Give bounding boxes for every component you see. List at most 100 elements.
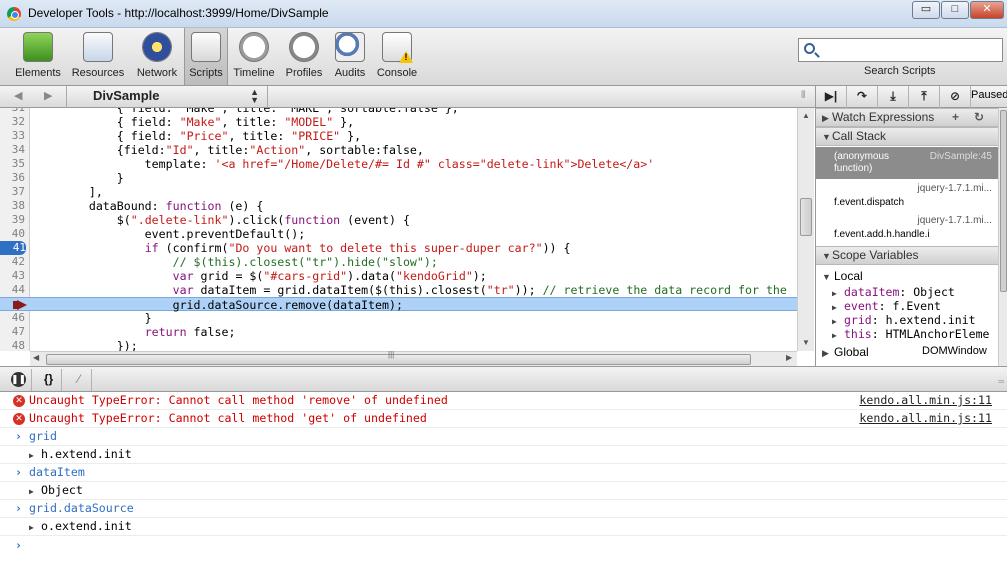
step-over-button[interactable]: ↷ [847, 86, 878, 108]
close-button[interactable]: ✕ [970, 1, 1004, 19]
tab-console[interactable]: Console [374, 32, 420, 84]
pause-on-exceptions-button[interactable]: ❚❚ [6, 369, 32, 391]
tab-profiles[interactable]: Profiles [281, 32, 327, 84]
scroll-thumb[interactable] [1000, 110, 1007, 292]
console-error-row: ✕ Uncaught TypeError: Cannot call method… [0, 392, 1007, 410]
deactivate-breakpoints-button[interactable]: ⊘ [940, 86, 971, 108]
console-prompt-row[interactable]: › [0, 537, 1007, 555]
tab-audits[interactable]: Audits [330, 32, 370, 84]
expand-triangle-icon[interactable]: ▶ [29, 483, 34, 500]
scroll-left-icon[interactable]: ◀ [33, 353, 39, 362]
back-arrow-icon[interactable]: ◀ [14, 89, 22, 102]
scroll-thumb[interactable] [46, 354, 751, 365]
code-text: { field: "Price", title: "PRICE" }, [33, 129, 362, 143]
step-out-button[interactable]: ⤒ [909, 86, 940, 108]
scroll-down-icon[interactable]: ▼ [802, 338, 810, 347]
code-horizontal-scrollbar[interactable]: ◀ ||| ▶ [30, 350, 797, 366]
code-text: grid.dataSource.remove(dataItem); [33, 298, 403, 312]
pretty-print-button[interactable]: {} [36, 369, 62, 391]
sidebar-scrollbar[interactable] [998, 108, 1007, 366]
search-input[interactable] [821, 41, 999, 59]
line-number[interactable]: 39 [0, 213, 25, 227]
line-number[interactable]: 48 [0, 339, 25, 351]
line-number[interactable]: 43 [0, 269, 25, 283]
code-line: 33 { field: "Price", title: "PRICE" }, [0, 129, 797, 143]
scope-variable[interactable]: ▶ dataItem: Object [832, 285, 1007, 299]
error-icon: ✕ [13, 413, 25, 425]
line-number[interactable]: 37 [0, 185, 25, 199]
code-line: 40 event.preventDefault(); [0, 227, 797, 241]
scope-local[interactable]: ▼ Local [822, 269, 863, 283]
line-number[interactable]: 38 [0, 199, 25, 213]
line-number[interactable]: 32 [0, 115, 25, 129]
file-select[interactable]: DivSample ▲ ▼ [93, 88, 263, 106]
code-text: if (confirm("Do you want to delete this … [144, 241, 571, 255]
call-stack-frame[interactable]: (anonymous function) DivSample:45 [816, 147, 998, 179]
clear-console-button[interactable]: ⁄ [66, 369, 92, 391]
tab-network[interactable]: Network [132, 32, 182, 84]
divider [66, 86, 67, 108]
code-text: var grid = $("#cars-grid").data("kendoGr… [172, 269, 487, 283]
source-link[interactable]: kendo.all.min.js:11 [859, 392, 992, 409]
console-input-row: › grid [0, 428, 1007, 446]
step-into-button[interactable]: ⤓ [878, 86, 909, 108]
scope-variable[interactable]: ▶ this: HTMLAnchorEleme [832, 327, 1007, 341]
code-text: return false; [144, 325, 236, 339]
line-number[interactable]: 42 [0, 255, 25, 269]
code-text: ], [33, 185, 103, 199]
forward-arrow-icon[interactable]: ▶ [44, 89, 52, 102]
divider [267, 86, 268, 108]
scope-global[interactable]: ▶ Global DOMWindow [822, 345, 987, 359]
prompt-chevron-icon: › [15, 538, 22, 552]
source-code-view[interactable]: 31 { field: "Make", title: "MAKE", sorta… [0, 108, 797, 351]
line-number[interactable]: 33 [0, 129, 25, 143]
code-vertical-scrollbar[interactable]: ▲ ▼ [797, 108, 814, 351]
line-number[interactable]: 46 [0, 311, 25, 325]
scope-variable[interactable]: ▶ grid: h.extend.init [832, 313, 1007, 327]
call-stack-frame[interactable]: jquery-1.7.1.mi... f.event.dispatch [816, 179, 998, 211]
minimize-button[interactable]: ▭ [912, 1, 940, 19]
line-number[interactable]: 36 [0, 171, 25, 185]
source-link[interactable]: kendo.all.min.js:11 [859, 410, 992, 427]
line-number[interactable]: 40 [0, 227, 25, 241]
tab-elements[interactable]: Elements [12, 32, 64, 84]
resize-grip-icon[interactable]: ═ [998, 377, 1004, 386]
console-output-row[interactable]: ▶ o.extend.init [0, 518, 1007, 536]
pane-toggle-icon[interactable]: ⦀ [801, 90, 805, 101]
prompt-chevron-icon: › [15, 501, 22, 515]
call-stack-frame[interactable]: jquery-1.7.1.mi... f.event.add.h.handle.… [816, 211, 998, 243]
scripts-icon [191, 32, 221, 62]
line-number[interactable]: 34 [0, 143, 25, 157]
console-output-row[interactable]: ▶ h.extend.init [0, 446, 1007, 464]
search-scripts-box[interactable] [798, 38, 1003, 62]
call-stack-header[interactable]: ▼Call Stack [816, 127, 998, 146]
scroll-up-icon[interactable]: ▲ [802, 111, 810, 120]
console-output[interactable]: ✕ Uncaught TypeError: Cannot call method… [0, 392, 1007, 577]
scroll-right-icon[interactable]: ▶ [786, 353, 792, 362]
chrome-icon [7, 7, 21, 21]
scope-variables-header[interactable]: ▼Scope Variables [816, 246, 998, 265]
scope-variable[interactable]: ▶ event: f.Event [832, 299, 1007, 313]
scroll-thumb[interactable] [800, 198, 812, 236]
code-line: 36 } [0, 171, 797, 185]
resume-button[interactable]: ▶| [816, 86, 847, 108]
error-icon: ✕ [13, 395, 25, 407]
elements-icon [23, 32, 53, 62]
tab-resources[interactable]: Resources [68, 32, 128, 84]
line-number[interactable]: 35 [0, 157, 25, 171]
expand-triangle-icon[interactable]: ▶ [29, 519, 34, 536]
line-number[interactable]: 47 [0, 325, 25, 339]
timeline-icon [239, 32, 269, 62]
tab-timeline[interactable]: Timeline [231, 32, 277, 84]
pause-icon: ❚❚ [11, 372, 26, 388]
add-watch-icon[interactable]: + [952, 109, 959, 126]
line-number[interactable]: 44 [0, 283, 25, 297]
maximize-button[interactable]: □ [941, 1, 969, 19]
console-output-row[interactable]: ▶ Object [0, 482, 1007, 500]
refresh-icon[interactable]: ↻ [974, 109, 984, 126]
network-icon [142, 32, 172, 62]
watch-expressions-header[interactable]: ▶ Watch Expressions + ↻ [816, 108, 998, 127]
expand-triangle-icon[interactable]: ▶ [29, 447, 34, 464]
tab-scripts[interactable]: Scripts [184, 28, 228, 85]
breakpoint-marker[interactable]: 41 [0, 241, 26, 255]
